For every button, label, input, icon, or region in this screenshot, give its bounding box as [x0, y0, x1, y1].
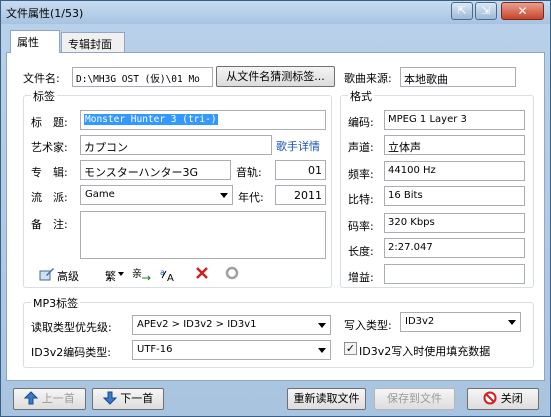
year-field[interactable]: 2011: [275, 185, 326, 205]
id3v2-encoding-select[interactable]: UTF-16: [132, 340, 331, 360]
no-entry-icon: [483, 391, 497, 405]
track-field[interactable]: 01: [275, 160, 326, 180]
title-field[interactable]: Monster Hunter 3 (tri-): [80, 110, 326, 130]
title-value: Monster Hunter 3 (tri-): [84, 114, 218, 125]
frequency-field[interactable]: 44100 Hz: [384, 161, 525, 181]
bitrate-field[interactable]: 320 Kbps: [384, 213, 525, 233]
bits-field[interactable]: 16 Bits: [384, 186, 525, 206]
genre-value: Game: [85, 189, 115, 200]
pin-icon[interactable]: ⇲: [475, 2, 497, 20]
file-properties-window: 文件属性(1/53) ⇱ ⇲ ✕ 属性 专辑封面 文件名: D:\MH3G OS…: [0, 0, 551, 417]
file-name-field[interactable]: D:\MH3G OST (仮)\01 Mo: [72, 67, 213, 87]
arrow-up-icon: [24, 391, 39, 405]
next-track-label: 下一首: [120, 392, 154, 405]
clear-icon[interactable]: [195, 266, 209, 283]
tab-properties[interactable]: 属性: [10, 30, 60, 53]
next-track-button[interactable]: 下一首: [92, 388, 164, 410]
gain-label: 增益:: [348, 271, 374, 284]
album-field[interactable]: モンスターハンター3G: [80, 160, 231, 180]
properties-panel: 文件名: D:\MH3G OST (仮)\01 Mo 从文件名猜测标签... 歌…: [6, 52, 545, 381]
read-priority-value: APEv2 > ID3v2 > ID3v1: [137, 319, 257, 330]
previous-track-button[interactable]: 上一首: [13, 388, 86, 410]
artist-field[interactable]: カプコン: [80, 135, 272, 155]
svg-text:A: A: [167, 273, 174, 282]
chevron-down-icon: [318, 323, 326, 328]
reload-file-button[interactable]: 重新读取文件: [287, 388, 366, 410]
padding-checkbox[interactable]: ✓: [344, 342, 357, 355]
year-label: 年代:: [238, 191, 264, 204]
window-title: 文件属性(1/53): [6, 7, 84, 20]
track-label: 音轨:: [236, 166, 262, 179]
genre-select[interactable]: Game: [80, 185, 233, 205]
save-to-file-button[interactable]: 保存到文件: [374, 388, 455, 410]
artist-details-link[interactable]: 歌手详情: [276, 138, 320, 154]
traditional-chinese-label[interactable]: 繁: [105, 268, 116, 284]
length-field[interactable]: 2:27.047: [384, 238, 525, 258]
svg-text:亲: 亲: [132, 267, 142, 280]
title-label: 标 题:: [31, 116, 68, 129]
tab-album-cover[interactable]: 专辑封面: [61, 32, 125, 53]
mp3-group-title: MP3标签: [31, 295, 81, 311]
frequency-label: 频率:: [348, 168, 374, 181]
undo-icon[interactable]: [225, 266, 239, 283]
check-icon: ✓: [345, 342, 356, 355]
case-icon[interactable]: a A: [160, 266, 178, 285]
bitrate-label: 码率:: [348, 220, 374, 233]
tag-group-title: 标签: [31, 88, 57, 104]
song-source-label: 歌曲来源:: [344, 72, 392, 85]
close-window-button[interactable]: ✕: [501, 2, 544, 20]
comment-field[interactable]: [80, 211, 326, 259]
genre-label: 流 派:: [31, 191, 68, 204]
title-bar: 文件属性(1/53) ⇱ ⇲ ✕: [1, 1, 550, 24]
arrow-down-icon: [102, 391, 117, 405]
channel-field[interactable]: 立体声: [384, 135, 525, 155]
id3v2-encoding-label: ID3v2编码类型:: [31, 346, 111, 359]
format-group-title: 格式: [348, 88, 374, 104]
file-name-label: 文件名:: [23, 72, 60, 85]
chevron-down-icon: [220, 193, 228, 198]
encoding-field[interactable]: MPEG 1 Layer 3: [384, 110, 525, 130]
previous-track-label: 上一首: [41, 392, 75, 405]
restore-icon[interactable]: ⇱: [451, 2, 473, 20]
svg-text:a: a: [160, 268, 165, 277]
close-button[interactable]: 关闭: [467, 388, 539, 410]
encoding-label: 编码:: [348, 116, 374, 129]
bits-label: 比特:: [348, 193, 374, 206]
chevron-down-icon[interactable]: [118, 272, 124, 276]
gain-field[interactable]: [384, 264, 525, 284]
pencil-icon[interactable]: [39, 266, 55, 285]
read-priority-label: 读取类型优先级:: [31, 321, 112, 334]
comment-label: 备 注:: [31, 218, 68, 231]
write-type-value: ID3v2: [405, 316, 435, 327]
convert-icon[interactable]: 亲: [132, 266, 152, 285]
padding-checkbox-label[interactable]: ID3v2写入时使用填充数据: [359, 343, 490, 359]
write-type-label: 写入类型:: [344, 319, 392, 332]
album-label: 专 辑:: [31, 166, 68, 179]
close-label: 关闭: [500, 392, 523, 405]
channel-label: 声道:: [348, 141, 374, 154]
artist-label: 艺术家:: [31, 141, 68, 154]
chevron-down-icon: [508, 320, 516, 325]
advanced-label[interactable]: 高级: [57, 268, 79, 284]
song-source-field[interactable]: 本地歌曲: [400, 67, 516, 87]
chevron-down-icon: [318, 348, 326, 353]
guess-tags-button[interactable]: 从文件名猜测标签...: [216, 66, 335, 87]
read-priority-select[interactable]: APEv2 > ID3v2 > ID3v1: [132, 315, 331, 335]
write-type-select[interactable]: ID3v2: [400, 312, 521, 332]
length-label: 长度:: [348, 245, 374, 258]
id3v2-encoding-value: UTF-16: [137, 344, 173, 355]
